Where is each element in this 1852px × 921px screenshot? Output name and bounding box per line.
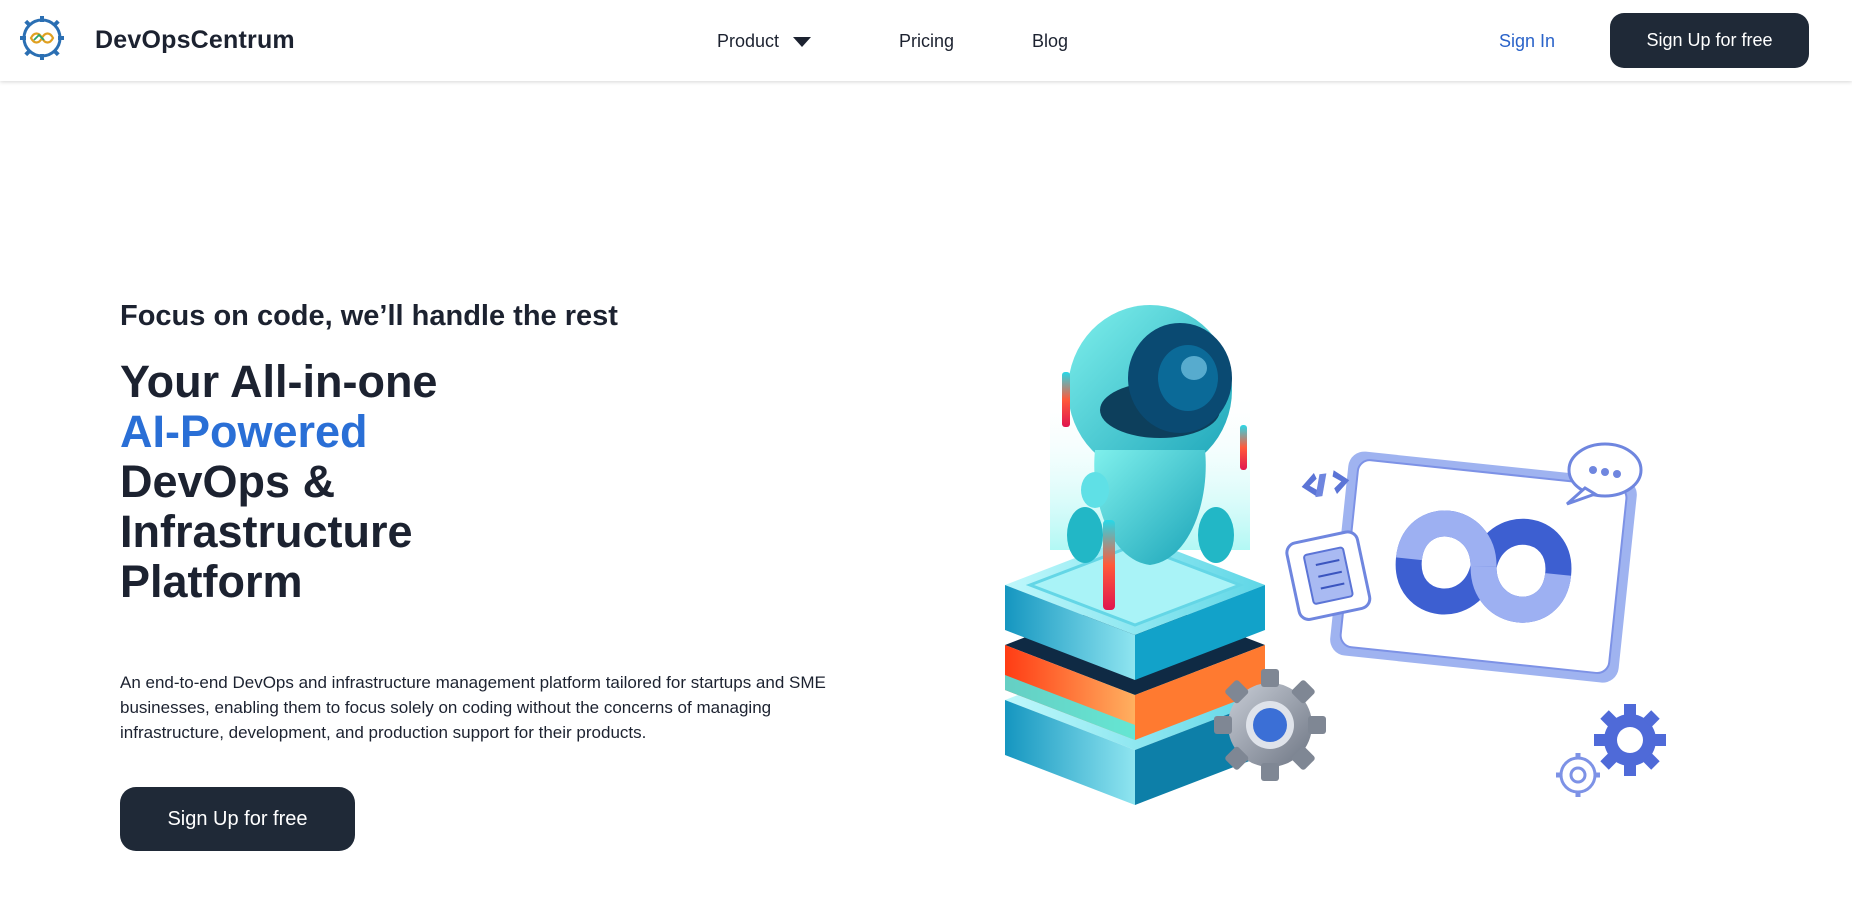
headline-line-5: Platform [120, 556, 303, 607]
gear-small-icon [1556, 753, 1600, 797]
headline-line-4: Infrastructure [120, 506, 413, 557]
headline-accent: AI-Powered [120, 406, 368, 457]
hero-headline: Your All-in-one AI-Powered DevOps & Infr… [120, 357, 437, 607]
code-tag-icon [1301, 470, 1350, 498]
headline-line-3: DevOps & [120, 456, 336, 507]
hero-description: An end-to-end DevOps and infrastructure … [120, 673, 826, 742]
site-header: DevOpsCentrum Product Pricing Blog Sign … [0, 0, 1852, 81]
headline-line-1: Your All-in-one [120, 356, 438, 407]
robot-server-illustration [1005, 305, 1666, 805]
hero-sign-up-button[interactable]: Sign Up for free [120, 787, 355, 851]
nav-product-label: Product [717, 31, 780, 51]
gear-grey-icon [1214, 669, 1326, 781]
caret-down-icon [793, 37, 812, 47]
server-stack [1005, 535, 1265, 805]
nav-product[interactable]: Product [717, 31, 812, 52]
nav-pricing[interactable]: Pricing [899, 31, 954, 52]
hero-tagline: Focus on code, we’ll handle the rest [120, 300, 618, 332]
nav-blog[interactable]: Blog [1032, 31, 1068, 52]
brand-name[interactable]: DevOpsCentrum [95, 26, 295, 55]
gear-blue-icon [1594, 704, 1666, 776]
checklist-card [1285, 530, 1372, 621]
robot-figure [1067, 305, 1234, 565]
logo-icon[interactable] [20, 16, 64, 60]
header-sign-up-button[interactable]: Sign Up for free [1610, 13, 1809, 68]
sign-in-link[interactable]: Sign In [1499, 31, 1555, 52]
